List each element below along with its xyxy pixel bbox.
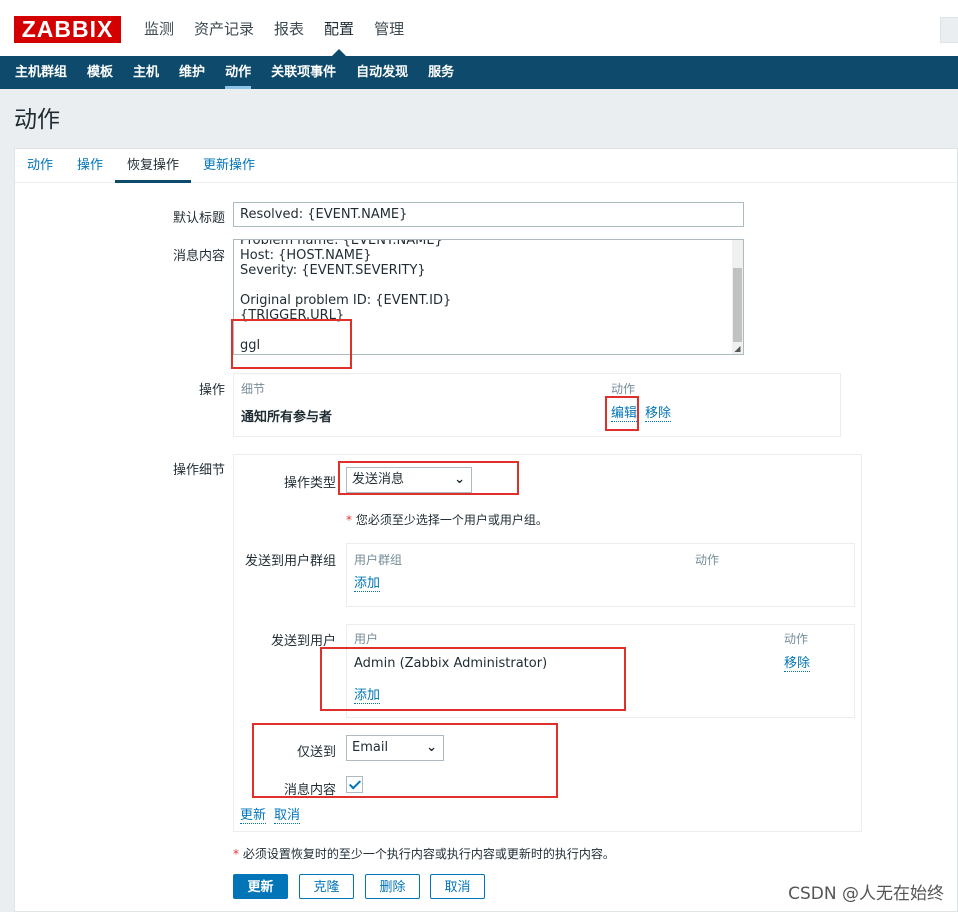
footer-note: * 必须设置恢复时的至少一个执行内容或执行内容或更新时的执行内容。 <box>233 847 615 861</box>
chevron-down-icon: ⌄ <box>454 472 465 487</box>
users-table: 用户 动作 Admin (Zabbix Administrator) 移除 添加 <box>346 624 855 718</box>
tab-bar: 动作 操作 恢复操作 更新操作 <box>15 149 957 183</box>
message-line <box>240 278 729 293</box>
send-only-to-value: Email <box>352 740 389 755</box>
operation-remove-link[interactable]: 移除 <box>645 406 672 422</box>
operations-col-details: 细节 <box>241 382 266 396</box>
operation-edit-link[interactable]: 编辑 <box>611 406 638 422</box>
required-note-text: 您必须至少选择一个用户或用户组。 <box>355 513 548 527</box>
tab-recovery-operations[interactable]: 恢复操作 <box>115 149 192 183</box>
sub-menu-host-groups[interactable]: 主机群组 <box>5 56 77 89</box>
op-type-label: 操作类型 <box>283 476 336 491</box>
users-add-link[interactable]: 添加 <box>354 688 381 704</box>
sub-menu-event-correlation[interactable]: 关联项事件 <box>261 56 346 89</box>
delete-button[interactable]: 删除 <box>365 874 420 899</box>
cancel-button[interactable]: 取消 <box>430 874 485 899</box>
message-scrollbar[interactable] <box>732 240 743 354</box>
main-menu-inventory[interactable]: 资产记录 <box>184 0 264 56</box>
op-details-box: 操作类型 发送消息 ⌄ * 您必须至少选择一个用户或用户组。 发送到用户群组 用… <box>233 454 862 832</box>
clone-button[interactable]: 克隆 <box>299 874 354 899</box>
op-update-link[interactable]: 更新 <box>240 808 267 824</box>
send-to-users-label: 发送到用户 <box>270 634 336 649</box>
sub-menu: 主机群组 模板 主机 维护 动作 关联项事件 自动发现 服务 <box>0 56 958 89</box>
op-details-label: 操作细节 <box>172 463 225 478</box>
message-line <box>240 323 729 338</box>
message-content-checkbox[interactable] <box>346 776 363 793</box>
main-menu-configuration[interactable]: 配置 <box>314 0 364 56</box>
user-groups-table: 用户群组 动作 添加 <box>346 543 855 607</box>
op-type-select[interactable]: 发送消息 ⌄ <box>346 467 472 493</box>
zabbix-logo[interactable]: ZABBIX <box>14 16 121 43</box>
message-label: 消息内容 <box>172 249 225 264</box>
sub-menu-maintenance[interactable]: 维护 <box>169 56 215 89</box>
main-menu-administration[interactable]: 管理 <box>364 0 414 56</box>
sub-menu-discovery[interactable]: 自动发现 <box>346 56 418 89</box>
message-line: ggl <box>240 338 261 353</box>
chevron-down-icon: ⌄ <box>426 740 437 755</box>
operations-row-detail: 通知所有参与者 <box>241 410 333 425</box>
main-menu: 监测 资产记录 报表 配置 管理 <box>134 0 414 56</box>
message-scroll-thumb[interactable] <box>733 268 742 342</box>
user-remove-link[interactable]: 移除 <box>784 656 811 672</box>
message-line: Host: {HOST.NAME} <box>240 248 372 263</box>
main-menu-reports[interactable]: 报表 <box>264 0 314 56</box>
footer-note-text: 必须设置恢复时的至少一个执行内容或执行内容或更新时的执行内容。 <box>242 847 615 861</box>
message-line: Original problem ID: {EVENT.ID} <box>240 293 452 308</box>
operations-label: 操作 <box>198 383 225 398</box>
sub-menu-templates[interactable]: 模板 <box>77 56 123 89</box>
users-col-user: 用户 <box>354 632 379 646</box>
top-bar: ZABBIX 监测 资产记录 报表 配置 管理 <box>0 0 958 56</box>
op-cancel-link[interactable]: 取消 <box>274 808 301 824</box>
content-panel: 动作 操作 恢复操作 更新操作 默认标题 Resolved: {EVENT.NA… <box>14 148 958 912</box>
message-line: {TRIGGER.URL} <box>240 308 345 323</box>
required-note: * 您必须至少选择一个用户或用户组。 <box>346 513 548 527</box>
search-box-edge[interactable] <box>940 17 958 43</box>
message-line: Problem name: {EVENT.NAME} <box>240 239 443 248</box>
tab-update-operations[interactable]: 更新操作 <box>191 149 267 182</box>
send-to-groups-label: 发送到用户群组 <box>244 554 336 569</box>
user-groups-col-group: 用户群组 <box>354 553 403 567</box>
message-content-label: 消息内容 <box>283 783 336 798</box>
sub-menu-hosts[interactable]: 主机 <box>123 56 169 89</box>
send-only-to-label: 仅送到 <box>296 745 336 760</box>
operations-col-action: 动作 <box>611 382 636 396</box>
default-subject-input[interactable]: Resolved: {EVENT.NAME} <box>233 202 744 227</box>
tab-action[interactable]: 动作 <box>15 149 65 182</box>
operations-table: 细节 动作 通知所有参与者 编辑 移除 <box>233 373 841 437</box>
send-only-to-select[interactable]: Email ⌄ <box>346 735 444 761</box>
resize-grip-icon[interactable]: ◢ <box>733 344 742 353</box>
user-groups-col-action: 动作 <box>695 553 720 567</box>
tab-operations[interactable]: 操作 <box>65 149 115 182</box>
op-type-value: 发送消息 <box>352 472 405 487</box>
message-lines: Problem name: {EVENT.NAME} Host: {HOST.N… <box>240 239 729 353</box>
message-textarea[interactable]: Problem name: {EVENT.NAME} Host: {HOST.N… <box>233 239 744 355</box>
users-row-admin: Admin (Zabbix Administrator) <box>354 656 548 671</box>
message-line: Severity: {EVENT.SEVERITY} <box>240 263 426 278</box>
user-groups-add-link[interactable]: 添加 <box>354 576 381 592</box>
default-subject-label: 默认标题 <box>172 211 225 226</box>
sub-menu-services[interactable]: 服务 <box>418 56 464 89</box>
users-col-action: 动作 <box>784 632 809 646</box>
main-menu-monitoring[interactable]: 监测 <box>134 0 184 56</box>
page-title: 动作 <box>14 107 60 133</box>
update-button[interactable]: 更新 <box>233 874 288 899</box>
sub-menu-actions[interactable]: 动作 <box>215 56 261 89</box>
watermark: CSDN @人无在始终 <box>788 884 944 904</box>
